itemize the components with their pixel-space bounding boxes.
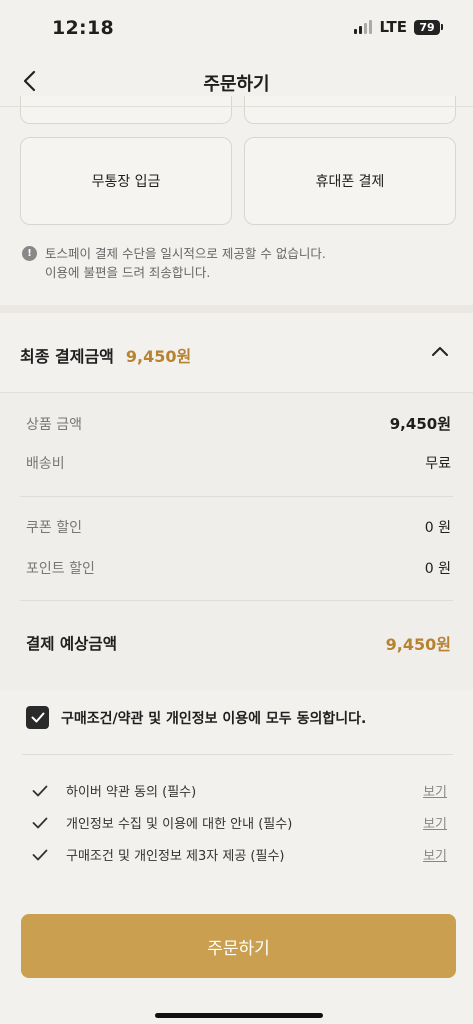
term-view-link[interactable]: 보기 [423,781,447,800]
term-label: 하이버 약관 동의 (필수) [66,785,197,800]
breakdown-row: 쿠폰 할인 0 원 [26,517,451,537]
breakdown-row: 상품 금액 9,450원 [26,413,451,434]
total-row: 결제 예상금액 9,450원 [26,631,451,655]
check-icon[interactable] [32,815,48,831]
status-indicators: LTE 79 [354,18,443,36]
home-indicator [155,1013,323,1018]
term-item[interactable]: 하이버 약관 동의 (필수) 보기 [32,781,447,800]
total-value: 9,450원 [385,635,451,654]
final-amount-header[interactable]: 최종 결제금액 9,450원 [20,342,453,368]
divider [20,600,453,601]
status-bar: 12:18 LTE 79 [0,0,473,56]
payment-method-label: 휴대폰 결제 [315,174,385,190]
agree-all-label: 구매조건/약관 및 개인정보 이용에 모두 동의합니다. [61,710,367,727]
row-label: 쿠폰 할인 [26,520,82,536]
row-value: 0 원 [424,520,451,536]
page-title: 주문하기 [203,74,270,95]
notice-line-2: 이용에 불편을 드려 죄송합니다. [45,265,211,280]
term-item[interactable]: 개인정보 수집 및 이용에 대한 안내 (필수) 보기 [32,813,447,832]
term-label: 개인정보 수집 및 이용에 대한 안내 (필수) [66,817,293,832]
row-value: 9,450원 [389,415,451,433]
status-time: 12:18 [52,17,114,39]
signal-icon [354,20,373,34]
row-label: 상품 금액 [26,416,82,433]
payment-method-card[interactable] [244,96,456,124]
check-icon[interactable] [32,847,48,863]
agree-all-checkbox-row[interactable]: 구매조건/약관 및 개인정보 이용에 모두 동의합니다. [26,706,366,729]
payment-method-phone[interactable]: 휴대폰 결제 [244,137,456,225]
chevron-up-icon[interactable] [431,345,449,357]
divider [20,496,453,497]
nav-divider [0,106,473,107]
total-label: 결제 예상금액 [26,635,117,653]
term-view-link[interactable]: 보기 [423,813,447,832]
final-amount-label: 최종 결제금액 [20,347,114,366]
row-label: 배송비 [26,456,65,472]
term-label: 구매조건 및 개인정보 제3자 제공 (필수) [66,849,285,864]
network-type: LTE [379,18,407,36]
agree-all-checkbox[interactable] [26,706,49,729]
payment-method-bank-transfer[interactable]: 무통장 입금 [20,137,232,225]
term-view-link[interactable]: 보기 [423,845,447,864]
payment-method-card[interactable] [20,96,232,124]
notice-line-1: 토스페이 결제 수단을 일시적으로 제공할 수 없습니다. [45,246,326,261]
order-button[interactable]: 주문하기 [21,914,456,978]
breakdown-row: 배송비 무료 [26,453,451,473]
alert-icon: ! [22,246,37,261]
final-amount-value: 9,450원 [125,347,192,366]
payment-method-label: 무통장 입금 [91,174,161,190]
payment-notice: ! 토스페이 결제 수단을 일시적으로 제공할 수 없습니다. 이용에 불편을 … [22,244,326,282]
battery-icon: 79 [414,19,443,35]
row-label: 포인트 할인 [26,561,95,577]
breakdown-row: 포인트 할인 0 원 [26,558,451,578]
divider [22,754,453,755]
term-item[interactable]: 구매조건 및 개인정보 제3자 제공 (필수) 보기 [32,845,447,864]
price-breakdown: 상품 금액 9,450원 배송비 무료 쿠폰 할인 0 원 포인트 할인 0 원… [0,393,473,690]
section-separator [0,305,473,313]
battery-level: 79 [414,19,440,35]
row-value: 무료 [425,456,451,472]
row-value: 0 원 [424,561,451,577]
check-icon [31,712,44,723]
check-icon[interactable] [32,783,48,799]
